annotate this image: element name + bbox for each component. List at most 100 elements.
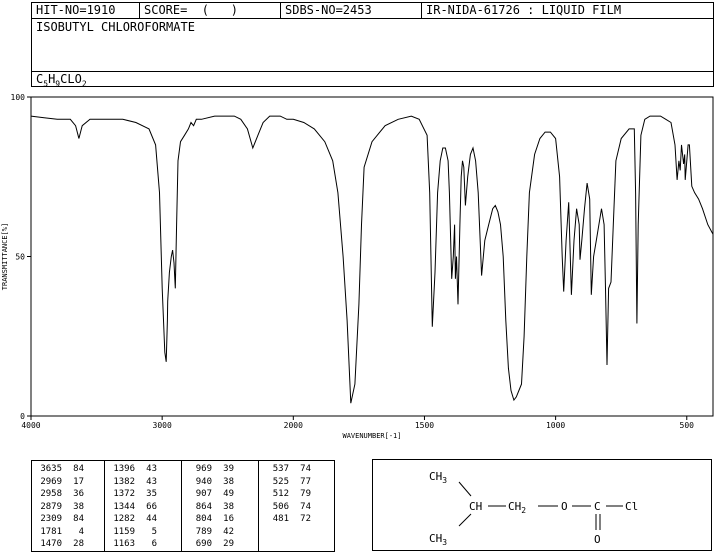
peak-row: 907 49 [182, 488, 258, 501]
peak-column: 969 39 940 38 907 49 864 38 804 16 789 42 690 29 [181, 461, 258, 551]
peak-wavenumber: 969 [195, 464, 212, 474]
peak-transmittance: 49 [223, 489, 234, 499]
peak-row: 3635 84 [32, 463, 104, 476]
peak-transmittance: 38 [73, 501, 84, 512]
peak-transmittance: 4 [78, 526, 84, 537]
peak-row: 1781 4 [32, 526, 104, 539]
peak-transmittance: 38 [223, 501, 234, 512]
peak-wavenumber: 940 [195, 476, 212, 487]
peak-transmittance: 74 [300, 501, 311, 512]
peak-wavenumber: 3635 [40, 464, 62, 474]
peak-column: 3635 84 2969 17 2958 36 2879 38 2309 84 1781 4 1470 2… [32, 461, 104, 551]
peak-row: 969 39 [182, 463, 258, 476]
peak-row: 1163 6 [105, 538, 181, 551]
bond-top [458, 481, 472, 497]
peak-transmittance: 5 [151, 526, 157, 537]
x-tick-label: 1500 [415, 421, 434, 430]
peak-row: 1282 44 [105, 513, 181, 526]
peak-transmittance: 38 [223, 476, 234, 487]
peak-transmittance: 79 [300, 489, 311, 499]
peak-row: 690 29 [182, 538, 258, 551]
hit-number: HIT-NO=1910 [32, 3, 140, 19]
peak-wavenumber: 690 [195, 539, 212, 549]
score: SCORE= ( ) [140, 3, 281, 19]
ether-oxygen: O [561, 500, 568, 513]
formula-clo: CLO [60, 72, 82, 86]
plot-frame [30, 96, 714, 417]
peak-row: 481 72 [259, 513, 334, 526]
peak-row: 525 77 [259, 476, 334, 489]
peak-row: 864 38 [182, 501, 258, 514]
spectrum-header: HIT-NO=1910 SCORE= ( ) SDBS-NO=2453 IR-N… [31, 2, 714, 88]
peak-wavenumber: 1372 [113, 489, 135, 499]
peak-wavenumber: 1382 [113, 476, 135, 487]
peak-transmittance: 6 [151, 539, 157, 549]
peak-row: 2879 38 [32, 501, 104, 514]
x-axis-label: WAVENUMBER[-1] [342, 432, 401, 440]
spectrum-line [30, 115, 714, 404]
peak-row: 506 74 [259, 501, 334, 514]
peak-wavenumber: 506 [272, 501, 289, 512]
x-tick-label: 3000 [153, 421, 172, 430]
carbonyl-carbon: C [594, 500, 601, 513]
y-axis-label: TRANSMITTANCE[%] [1, 223, 9, 290]
peak-row: 1470 28 [32, 538, 104, 551]
peak-wavenumber: 907 [195, 489, 212, 499]
peak-wavenumber: 1781 [40, 526, 62, 537]
compound-name: ISOBUTYL CHLOROFORMATE [36, 20, 195, 34]
x-tick-label: 2000 [284, 421, 303, 430]
chlorine: Cl [625, 500, 638, 513]
peak-wavenumber: 1163 [113, 539, 135, 549]
y-tick-label: 0 [20, 412, 25, 421]
peak-wavenumber: 2309 [40, 514, 62, 524]
peak-row: 537 74 [259, 463, 334, 476]
peak-row: 940 38 [182, 476, 258, 489]
header-info-row: HIT-NO=1910 SCORE= ( ) SDBS-NO=2453 IR-N… [32, 3, 713, 19]
peak-transmittance: 84 [73, 514, 84, 524]
peak-wavenumber: 1282 [113, 514, 135, 524]
structure-diagram: CH3 CH CH3 CH2 O C Cl O [372, 459, 712, 551]
peak-wavenumber: 1396 [113, 464, 135, 474]
methyl-bottom: CH3 [429, 532, 447, 547]
y-axis-ticks: 0 50 100 [11, 93, 31, 421]
peak-transmittance: 17 [73, 476, 84, 487]
ir-spectrum-chart: 4000 3000 2000 1500 1000 500 0 50 100 WAVENUMBE… [1, 93, 714, 440]
peak-wavenumber: 1470 [40, 539, 62, 549]
methine: CH [469, 500, 482, 513]
y-tick-label: 50 [15, 253, 25, 262]
peak-column: 1396 43 1382 43 1372 35 1344 66 1282 44 1159 5 1163 6 [104, 461, 181, 551]
peak-transmittance: 43 [146, 476, 157, 487]
peak-wavenumber: 525 [272, 476, 289, 487]
x-axis-ticks: 4000 3000 2000 1500 1000 500 [21, 416, 694, 430]
peak-transmittance: 44 [146, 514, 157, 524]
peak-row: 1396 43 [105, 463, 181, 476]
peak-row: 1344 66 [105, 501, 181, 514]
peak-row: 804 16 [182, 513, 258, 526]
peak-transmittance: 42 [223, 526, 234, 537]
ir-code: IR-NIDA-61726 : LIQUID FILM [426, 3, 622, 17]
peak-transmittance: 77 [300, 476, 311, 487]
sdbs-number: SDBS-NO=2453 [281, 3, 422, 19]
peak-wavenumber: 2879 [40, 501, 62, 512]
peak-transmittance: 66 [146, 501, 157, 512]
x-tick-label: 500 [680, 421, 695, 430]
methyl-top: CH3 [429, 470, 447, 485]
peak-transmittance: 84 [73, 464, 84, 474]
peak-wavenumber: 1159 [113, 526, 135, 537]
peak-column: 537 74 525 77 512 79 506 74 481 72 [258, 461, 334, 551]
peak-wavenumber: 864 [195, 501, 212, 512]
peak-row: 2958 36 [32, 488, 104, 501]
peak-transmittance: 35 [146, 489, 157, 499]
peak-transmittance: 29 [223, 539, 234, 549]
peak-wavenumber: 2958 [40, 489, 62, 499]
peak-transmittance: 28 [73, 539, 84, 549]
peak-transmittance: 39 [223, 464, 234, 474]
peak-wavenumber: 2969 [40, 476, 62, 487]
carbonyl-oxygen: O [594, 533, 601, 546]
peak-row: 512 79 [259, 488, 334, 501]
peak-transmittance: 16 [223, 514, 234, 524]
peak-wavenumber: 789 [195, 526, 212, 537]
peak-transmittance: 74 [300, 464, 311, 474]
x-tick-label: 4000 [21, 421, 40, 430]
peak-transmittance: 36 [73, 489, 84, 499]
